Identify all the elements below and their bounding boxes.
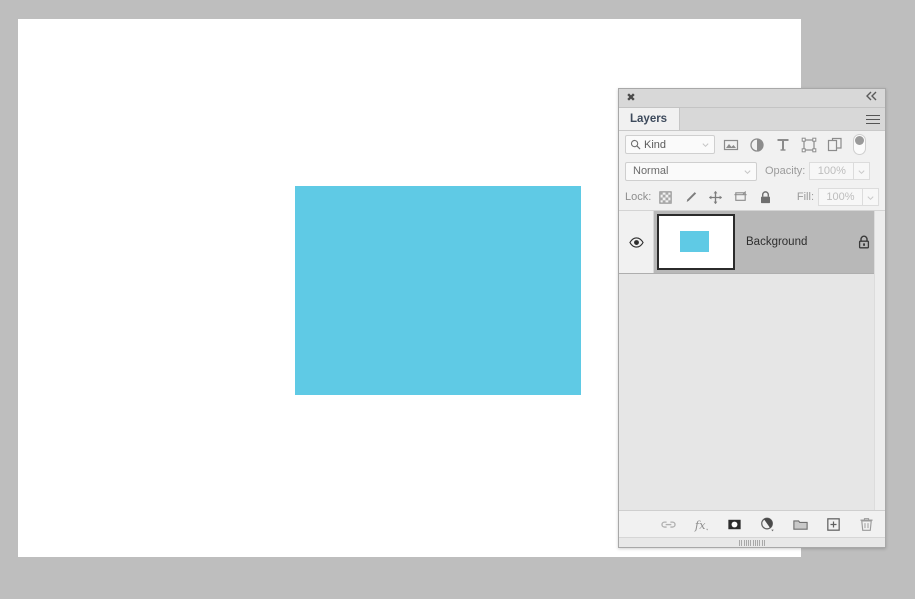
type-layer-filter-icon[interactable] [775, 137, 791, 153]
new-layer-button[interactable] [825, 516, 842, 533]
layer-filter-row: Kind [619, 131, 885, 158]
new-group-button[interactable] [792, 516, 809, 533]
opacity-label: Opacity: [765, 165, 806, 177]
lock-image-pixels-icon[interactable] [683, 190, 698, 205]
menu-line [866, 115, 880, 116]
lock-transparent-pixels-icon[interactable] [658, 190, 673, 205]
opacity-stepper[interactable] [853, 162, 871, 180]
layer-thumbnail-shape [679, 230, 710, 253]
adjustment-layer-filter-icon[interactable] [749, 137, 765, 153]
filter-kind-label: Kind [644, 138, 667, 151]
delete-layer-button[interactable] [858, 516, 875, 533]
layers-panel-footer: fx [619, 510, 885, 537]
fill-input[interactable]: 100% [818, 188, 862, 206]
panel-resize-grip[interactable] [619, 537, 885, 547]
fill-label: Fill: [796, 191, 814, 203]
menu-line [866, 123, 880, 124]
layer-thumbnail[interactable] [657, 214, 735, 270]
chevron-down-icon [702, 143, 709, 148]
layer-name-label[interactable]: Background [746, 236, 856, 248]
chevron-down-icon [858, 169, 865, 174]
layer-locked-icon[interactable] [856, 234, 872, 250]
layer-style-button[interactable]: fx [693, 516, 710, 533]
svg-text:fx: fx [694, 517, 706, 531]
filter-enable-toggle[interactable] [853, 134, 866, 155]
double-chevron-left-icon [866, 91, 877, 101]
smart-object-filter-icon[interactable] [827, 137, 843, 153]
layer-visibility-toggle[interactable] [619, 211, 654, 273]
search-icon [630, 139, 641, 150]
close-icon[interactable]: ✖ [625, 92, 637, 104]
filter-type-buttons [723, 137, 843, 153]
pixel-layer-filter-icon[interactable] [723, 137, 739, 153]
fill-stepper[interactable] [862, 188, 879, 206]
panel-menu-icon[interactable] [866, 112, 880, 126]
adjustment-layer-button[interactable] [759, 516, 776, 533]
toggle-knob [855, 136, 864, 145]
tab-layers-label: Layers [630, 113, 668, 125]
canvas-rectangle-shape[interactable] [295, 186, 581, 395]
blend-mode-value: Normal [633, 165, 669, 177]
lock-buttons [658, 190, 773, 205]
shape-layer-filter-icon[interactable] [801, 137, 817, 153]
lock-position-icon[interactable] [708, 190, 723, 205]
layers-scrollbar[interactable] [874, 211, 885, 510]
chevron-down-icon [744, 169, 751, 174]
lock-artboard-nesting-icon[interactable] [733, 190, 748, 205]
opacity-input[interactable]: 100% [809, 162, 854, 180]
layer-mask-button[interactable] [726, 516, 743, 533]
tab-layers[interactable]: Layers [619, 108, 681, 130]
grip-lines [739, 539, 765, 546]
layers-list[interactable]: Background [619, 211, 885, 510]
chevron-down-icon [867, 195, 874, 200]
panel-titlebar[interactable]: ✖ [619, 89, 885, 108]
filter-kind-select[interactable]: Kind [625, 135, 715, 154]
collapse-panel-icon[interactable] [865, 91, 879, 104]
blend-mode-select[interactable]: Normal [625, 161, 757, 181]
lock-label: Lock: [625, 191, 652, 203]
menu-line [866, 119, 880, 120]
link-layers-button[interactable] [660, 516, 677, 533]
lock-all-icon[interactable] [758, 190, 773, 205]
blend-mode-row: Normal Opacity: 100% [619, 158, 885, 184]
lock-row: Lock: Fill: 100% [619, 184, 885, 211]
eye-icon [628, 236, 644, 248]
table-row[interactable]: Background [619, 211, 885, 274]
layers-panel: ✖ Layers Kind Normal Opacity: 100% Lock:… [618, 88, 886, 548]
panel-tab-strip: Layers [619, 108, 885, 131]
